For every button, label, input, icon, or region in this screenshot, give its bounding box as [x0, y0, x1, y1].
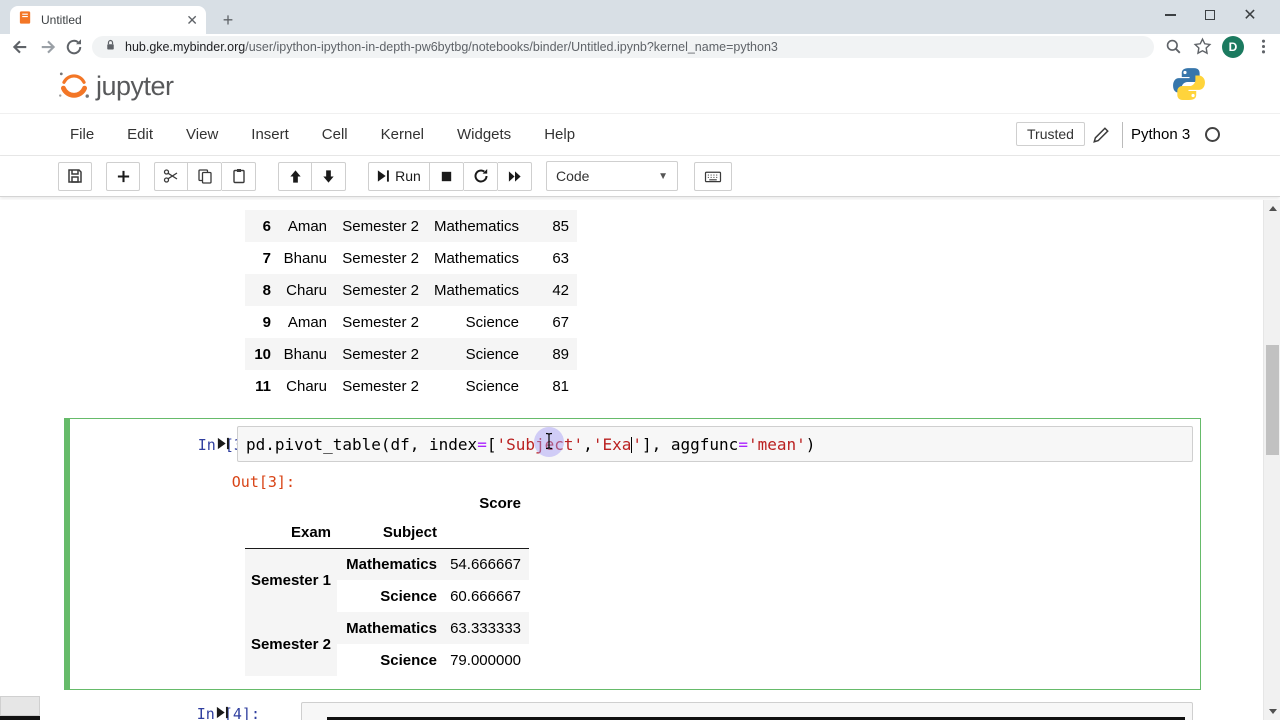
table-row: 8 Charu Semester 2 Mathematics 42 [245, 274, 577, 306]
arrow-up-icon [289, 169, 301, 183]
edit-pencil-icon [1092, 126, 1110, 149]
selected-cell-indicator [65, 419, 70, 689]
run-icon [378, 170, 390, 182]
cursor-ibeam-icon [543, 432, 555, 455]
copy-cell-button[interactable] [188, 161, 222, 191]
input-prompt: In [4]: [196, 705, 260, 720]
menu-cell[interactable]: Cell [322, 126, 348, 143]
jupyter-logo-text: jupyter [96, 71, 174, 101]
window-maximize-icon[interactable] [1190, 0, 1230, 30]
jupyter-favicon-icon [18, 10, 33, 30]
run-cell-marker-icon[interactable] [217, 436, 230, 456]
new-tab-icon[interactable]: + [218, 10, 238, 30]
table-row: Score [479, 494, 521, 512]
profile-avatar[interactable]: D [1222, 36, 1244, 58]
run-button[interactable]: Run [368, 161, 430, 191]
menu-view[interactable]: View [186, 126, 218, 143]
arrow-down-icon [323, 169, 334, 183]
kernel-name: Python 3 [1131, 126, 1191, 143]
page-scrollbar[interactable] [1263, 200, 1280, 720]
interrupt-kernel-button[interactable] [430, 161, 464, 191]
table-row: 9 Aman Semester 2 Science 67 [262, 313, 569, 331]
plus-icon [117, 170, 129, 182]
table-row: 6 Aman Semester 2 Mathematics 85 [245, 210, 577, 242]
run-cell-marker-icon[interactable] [216, 705, 229, 720]
menu-kernel[interactable]: Kernel [381, 126, 424, 143]
scrollbar-up-icon[interactable] [1269, 206, 1277, 211]
menu-widgets[interactable]: Widgets [457, 126, 511, 143]
dataframe-table: 5CharuSemester 1Science44 6AmanSemester … [245, 200, 577, 402]
keyboard-icon [704, 171, 722, 182]
paste-cell-button[interactable] [222, 161, 256, 191]
pivot-table-output: Score Exam Subject Semester 1 Mathematics 5… [245, 488, 529, 676]
menu-file[interactable]: File [70, 126, 94, 143]
paste-icon [232, 169, 245, 184]
code-cell-3[interactable]: In [3]: pd.pivot_table(df, index=['Subje… [64, 418, 1201, 690]
table-row: 11 Charu Semester 2 Science 81 [255, 377, 569, 395]
url-bar[interactable]: hub.gke.mybinder.org/user/ipython-ipytho… [92, 36, 1154, 58]
bookmark-star-icon[interactable] [1193, 37, 1213, 57]
notebook-toolbar: Run Code ▼ [0, 156, 1280, 197]
table-row: Semester 1 Mathematics 54.666667 [245, 548, 529, 612]
browser-tab-strip: Untitled ✕ + ✕ [0, 0, 1280, 34]
add-cell-button[interactable] [106, 161, 140, 191]
chevron-down-icon: ▼ [658, 170, 668, 182]
status-bubble [0, 696, 40, 716]
menu-edit[interactable]: Edit [127, 126, 153, 143]
menu-insert[interactable]: Insert [251, 126, 289, 143]
divider [1122, 122, 1123, 148]
python-logo-icon [1172, 66, 1206, 107]
window-minimize-icon[interactable] [1150, 0, 1190, 30]
code-line: pd.pivot_table(df, index=['Subject','Exa… [246, 435, 816, 454]
cell-type-select[interactable]: Code ▼ [546, 161, 678, 191]
table-row: 10 Bhanu Semester 2 Science 89 [245, 338, 577, 370]
kernel-status-icon [1205, 127, 1220, 142]
back-icon[interactable] [10, 37, 30, 57]
zoom-icon[interactable] [1164, 37, 1184, 57]
fast-forward-icon [508, 170, 521, 182]
command-palette-button[interactable] [694, 161, 732, 191]
bottom-bar-segment [0, 716, 40, 720]
notebook-content-area: 5CharuSemester 1Science44 6AmanSemester … [0, 200, 1263, 720]
url-text: hub.gke.mybinder.org/user/ipython-ipytho… [125, 40, 778, 54]
jupyter-logo[interactable]: jupyter [56, 68, 174, 102]
menu-help[interactable]: Help [544, 126, 575, 143]
scrollbar-down-icon[interactable] [1269, 709, 1277, 714]
restart-run-all-button[interactable] [498, 161, 532, 191]
input-prompt: In [3]: [197, 436, 261, 454]
move-cell-down-button[interactable] [312, 161, 346, 191]
save-icon [68, 169, 82, 183]
browser-tab[interactable]: Untitled ✕ [10, 6, 206, 34]
restart-kernel-button[interactable] [464, 161, 498, 191]
copy-icon [197, 169, 212, 184]
table-row: Exam Subject [245, 518, 529, 549]
window-close-icon[interactable]: ✕ [1230, 0, 1270, 30]
cut-cell-button[interactable] [154, 161, 188, 191]
jupyter-header: jupyter Untitled Last Checkpoint: 9 minu… [0, 58, 1280, 151]
code-input-area[interactable]: pd.pivot_table(df, index=['Subject','Exa… [237, 426, 1193, 462]
scrollbar-thumb[interactable] [1265, 345, 1279, 455]
save-button[interactable] [58, 161, 92, 191]
lock-icon [104, 38, 117, 57]
browser-menu-dots-icon[interactable] [1254, 37, 1274, 57]
stop-icon [441, 171, 452, 181]
table-row: 5CharuSemester 1Science44 [245, 200, 577, 210]
table-row: 7 Bhanu Semester 2 Mathematics 63 [262, 249, 569, 267]
move-cell-up-button[interactable] [278, 161, 312, 191]
reload-icon[interactable] [64, 37, 84, 57]
jupyter-logo-icon [59, 72, 89, 98]
tab-close-icon[interactable]: ✕ [186, 13, 198, 27]
scissors-icon [163, 169, 178, 183]
menu-items: File Edit View Insert Cell Kernel Widget… [70, 113, 575, 156]
forward-icon[interactable] [38, 37, 58, 57]
restart-icon [474, 169, 487, 183]
tab-title: Untitled [41, 13, 82, 27]
trusted-badge[interactable]: Trusted [1016, 122, 1085, 146]
table-row: Semester 2 Mathematics 63.333333 [245, 612, 529, 676]
